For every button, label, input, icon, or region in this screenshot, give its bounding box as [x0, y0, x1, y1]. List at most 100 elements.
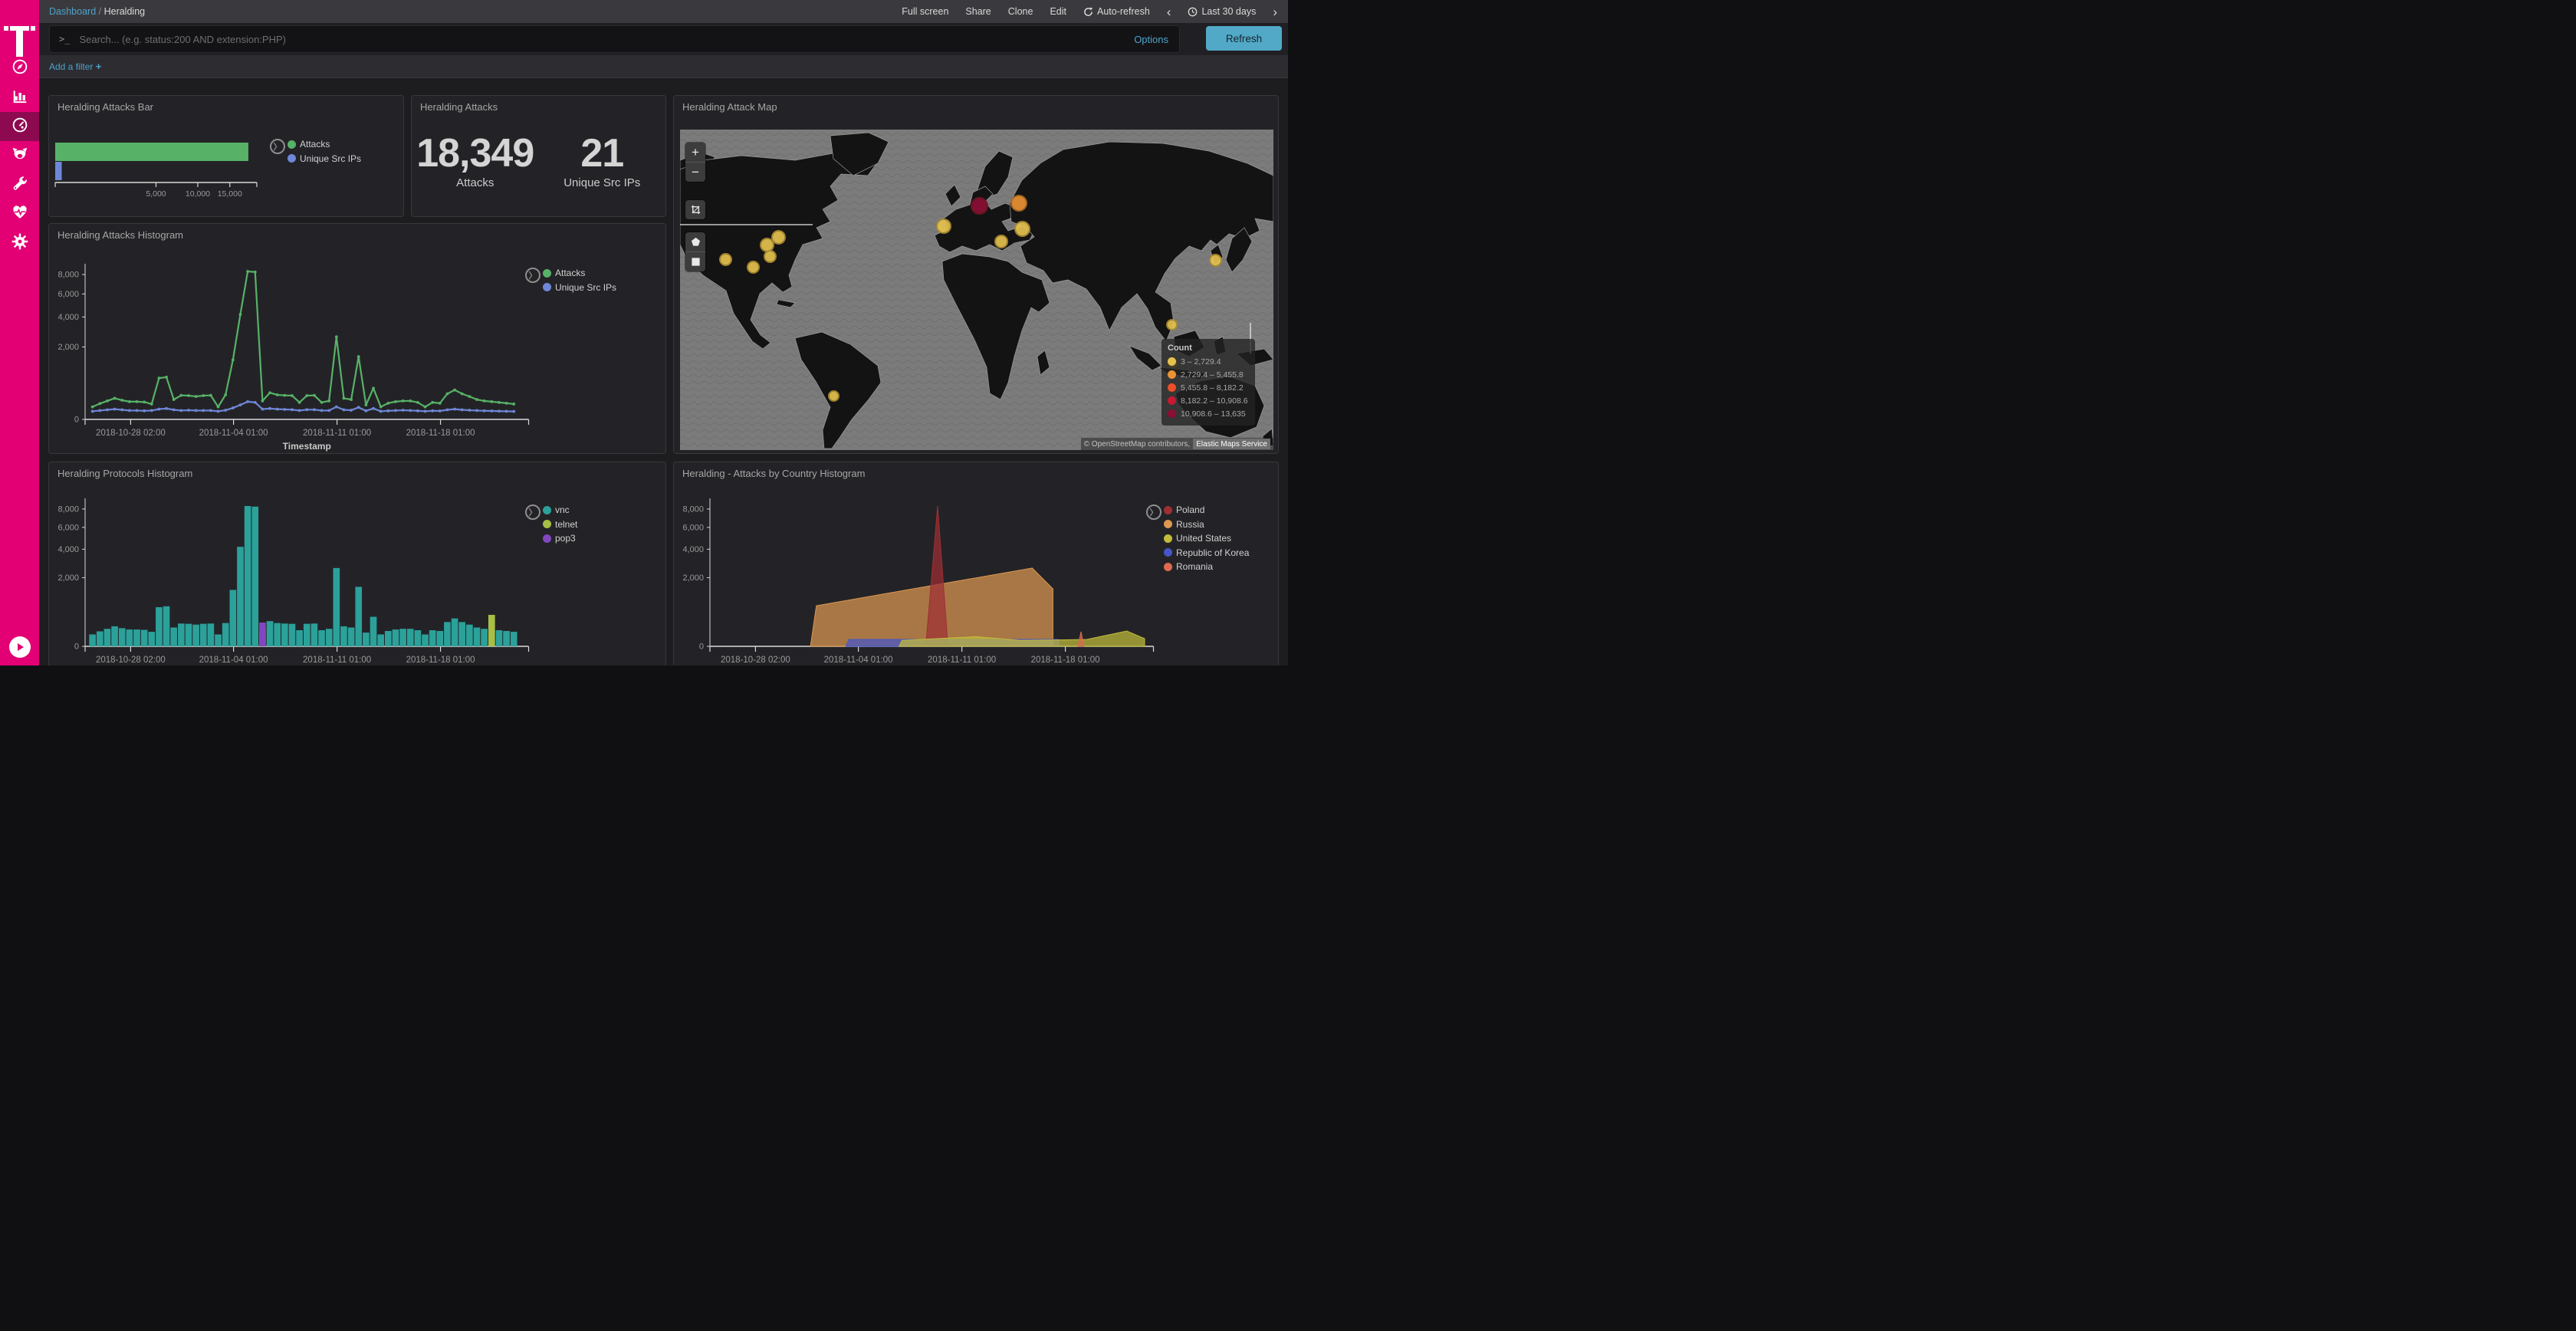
refresh-button[interactable]: Refresh	[1206, 26, 1282, 51]
legend-toggle-icon[interactable]: 〉	[1146, 504, 1162, 520]
legend-item-poland[interactable]: Poland	[1164, 503, 1249, 518]
svg-text:6,000: 6,000	[58, 523, 79, 532]
share-button[interactable]: Share	[965, 6, 991, 17]
map-point-us-central[interactable]	[719, 253, 732, 266]
map-count-legend: Count 3 – 2,729.42,729.4 – 5,455.85,455.…	[1162, 339, 1255, 426]
svg-text:2,000: 2,000	[58, 343, 79, 352]
legend-color-dot	[543, 534, 551, 543]
legend-title: Count	[1168, 343, 1249, 353]
legend-item-unique-src-ips[interactable]: Unique Src IPs	[288, 152, 361, 166]
legend-item-unique-src-ips[interactable]: Unique Src IPs	[543, 281, 616, 295]
full-screen-button[interactable]: Full screen	[902, 6, 948, 17]
svg-text:2018-11-11 01:00: 2018-11-11 01:00	[303, 429, 371, 438]
legend-toggle-icon[interactable]: 〉	[525, 504, 540, 520]
panel-heralding-protocols-histogram: Heralding Protocols Histogram 02,0004,00…	[48, 462, 666, 666]
map-legend-dot	[1168, 370, 1176, 379]
breadcrumb-dashboard-link[interactable]: Dashboard	[49, 6, 96, 17]
legend-label: Unique Src IPs	[555, 282, 616, 293]
map-point-russia[interactable]	[1010, 195, 1027, 212]
sidebar-item-dashboard[interactable]	[0, 112, 39, 141]
map-zoom-out-button[interactable]: −	[685, 162, 705, 182]
gauge-icon	[12, 117, 28, 137]
add-filter-link[interactable]: Add a filter +	[49, 61, 101, 72]
legend-label: Republic of Korea	[1176, 547, 1249, 558]
map-point-brazil[interactable]	[828, 390, 840, 402]
sidebar-item-visualize[interactable]	[0, 83, 39, 112]
map-fit-bounds-button[interactable]	[685, 200, 705, 219]
map-point-romania[interactable]	[994, 235, 1008, 248]
legend-label: Russia	[1176, 519, 1204, 530]
map-zoom-in-button[interactable]: +	[685, 143, 705, 162]
clone-button[interactable]: Clone	[1008, 6, 1033, 17]
chart-legend: PolandRussia United States Republic of Kor…	[1164, 503, 1249, 574]
svg-text:4,000: 4,000	[58, 545, 79, 554]
svg-text:8,000: 8,000	[58, 504, 79, 514]
panel-title: Heralding Attack Map	[682, 101, 777, 113]
svg-text:2018-11-18 01:00: 2018-11-18 01:00	[406, 429, 475, 438]
legend-label: United States	[1176, 533, 1231, 544]
plus-icon: +	[96, 61, 102, 72]
sidebar-item-monitoring[interactable]	[0, 199, 39, 228]
legend-color-dot	[543, 283, 551, 291]
map-point-ukraine[interactable]	[1014, 221, 1030, 237]
sidebar-expand-button[interactable]	[9, 636, 31, 658]
map-point-us-east[interactable]	[764, 250, 777, 263]
sidebar-item-management[interactable]	[0, 228, 39, 258]
sidebar-item-timelion[interactable]	[0, 141, 39, 170]
map-point-korea[interactable]	[1209, 254, 1222, 267]
legend-color-dot	[543, 506, 551, 514]
map-draw-polygon-button[interactable]	[685, 232, 705, 251]
map-legend-row: 3 – 2,729.4	[1168, 355, 1249, 368]
search-input[interactable]	[77, 33, 1134, 46]
sidebar-item-dev-tools[interactable]	[0, 170, 39, 199]
time-back-button[interactable]: ‹	[1167, 5, 1171, 18]
legend-item-vnc[interactable]: vnc	[543, 503, 577, 518]
map-point-us-southeast[interactable]	[747, 261, 760, 274]
svg-text:4,000: 4,000	[682, 545, 704, 554]
kibana-dashboard: Dashboard / Heralding Full screen Share …	[0, 0, 1288, 666]
legend-toggle-icon[interactable]: 〉	[525, 268, 540, 283]
legend-label: Attacks	[555, 268, 585, 278]
options-link[interactable]: Options	[1134, 34, 1168, 45]
legend-item-attacks[interactable]: Attacks	[288, 137, 361, 152]
map-legend-row: 5,455.8 – 8,182.2	[1168, 381, 1249, 394]
map-point-us-northeast[interactable]	[771, 230, 786, 245]
map-legend-row: 10,908.6 – 13,635	[1168, 407, 1249, 420]
clock-icon	[1188, 7, 1198, 17]
legend-item-republic-of-korea[interactable]: Republic of Korea	[1164, 546, 1249, 560]
legend-item-telnet[interactable]: telnet	[543, 518, 577, 532]
auto-refresh-button[interactable]: Auto-refresh	[1083, 6, 1150, 17]
legend-item-russia[interactable]: Russia	[1164, 518, 1249, 532]
time-forward-button[interactable]: ›	[1273, 5, 1277, 18]
svg-text:2018-11-18 01:00: 2018-11-18 01:00	[1031, 656, 1100, 665]
legend-item-pop3[interactable]: pop3	[543, 531, 577, 546]
chart-legend: Attacks Unique Src IPs	[543, 266, 616, 294]
legend-item-attacks[interactable]: Attacks	[543, 266, 616, 281]
panel-heralding-attacks-bar: Heralding Attacks Bar 5,00010,00015,000 …	[48, 95, 404, 217]
legend-item-united-states[interactable]: United States	[1164, 531, 1249, 546]
map-legend-range: 10,908.6 – 13,635	[1181, 409, 1246, 419]
legend-color-dot	[543, 269, 551, 278]
map-point-poland[interactable]	[971, 197, 988, 215]
sidebar-item-discover[interactable]	[0, 54, 39, 83]
time-range-picker[interactable]: Last 30 days	[1188, 6, 1256, 17]
map-point-indochina[interactable]	[1166, 319, 1178, 330]
svg-text:2018-10-28 02:00: 2018-10-28 02:00	[721, 656, 790, 665]
metric-attacks: 18,349 Attacks	[412, 133, 539, 189]
world-map[interactable]: + − Count 3 – 2,729.42,729.4 – 5,455.85,…	[680, 130, 1273, 450]
breadcrumb: Dashboard / Heralding	[49, 6, 145, 17]
map-point-western-europe[interactable]	[936, 219, 951, 234]
legend-item-romania[interactable]: Romania	[1164, 560, 1249, 574]
svg-text:2,000: 2,000	[682, 573, 704, 583]
legend-toggle-icon[interactable]: 〉	[270, 139, 285, 154]
svg-text:6,000: 6,000	[682, 523, 704, 532]
legend-color-dot	[1164, 506, 1172, 514]
svg-text:2018-11-04 01:00: 2018-11-04 01:00	[199, 656, 268, 665]
panel-title: Heralding Attacks	[420, 101, 498, 113]
edit-button[interactable]: Edit	[1050, 6, 1066, 17]
elastic-maps-service-link[interactable]: Elastic Maps Service	[1193, 439, 1270, 449]
map-draw-rectangle-button[interactable]	[685, 251, 705, 271]
breadcrumb-separator: /	[99, 6, 104, 17]
protocols-bar-chart: 02,0004,0006,0008,0002018-10-28 02:00201…	[49, 462, 665, 666]
bar-chart-icon	[12, 87, 28, 108]
